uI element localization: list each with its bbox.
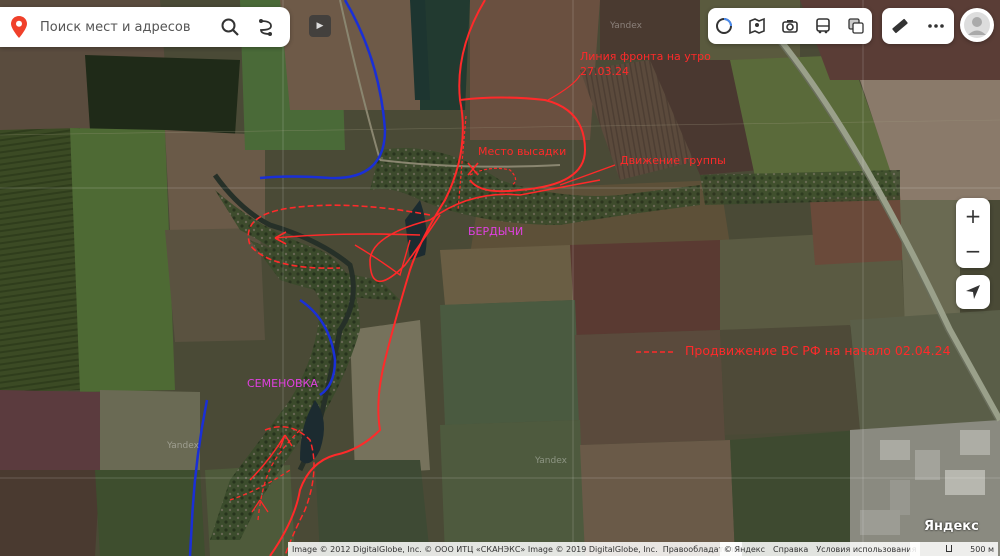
search-icon (221, 18, 239, 36)
map-layers-button[interactable] (842, 12, 870, 40)
user-icon (964, 12, 990, 38)
ruler-button[interactable] (886, 12, 914, 40)
bus-icon (815, 18, 830, 34)
play-icon: ▶ (316, 21, 324, 31)
stack-icon (847, 18, 864, 34)
map-book-icon (749, 17, 765, 35)
search-button[interactable] (212, 7, 248, 47)
layers-circle-icon (716, 18, 733, 34)
transport-button[interactable] (809, 12, 837, 40)
panorama-button[interactable] (743, 12, 771, 40)
footer-links: © Яндекс Справка Условия использования (720, 542, 921, 556)
route-button[interactable] (248, 7, 284, 47)
layers-toolbar (708, 8, 872, 44)
terms-link[interactable]: Условия использования (816, 545, 916, 554)
layers-button[interactable] (710, 12, 738, 40)
label-landing-site: Место высадки (478, 145, 567, 158)
tools-toolbar (882, 8, 954, 44)
more-dots-icon (928, 24, 944, 28)
label-front-line: Линия фронта на утро (580, 50, 711, 63)
photos-button[interactable] (776, 12, 804, 40)
label-village-semenovka: СЕМЕНОВКА (247, 377, 318, 390)
watermark: Yandex (535, 456, 567, 466)
attribution-bar: Image © 2012 DigitalGlobe, Inc. © ООО ИТ… (288, 542, 743, 556)
label-front-date: 27.03.24 (580, 65, 629, 78)
watermark: Yandex (610, 21, 642, 31)
location-pin-icon (6, 7, 32, 47)
yandex-logo: Яндекс (924, 519, 979, 534)
scale-bar: 500 м (910, 542, 998, 556)
zoom-in-button[interactable]: + (956, 198, 990, 233)
zoom-control: + − (956, 198, 990, 268)
ruler-icon (892, 18, 908, 34)
route-icon (259, 19, 272, 36)
navigation-arrow-icon (966, 285, 980, 299)
attribution-text: Image © 2012 DigitalGlobe, Inc. © ООО ИТ… (292, 544, 658, 554)
scale-ruler (946, 545, 952, 552)
search-input[interactable] (38, 18, 212, 36)
scale-label: 500 м (970, 544, 994, 554)
geolocation-button[interactable] (956, 275, 990, 309)
label-group-movement: Движение группы (620, 154, 726, 167)
help-link[interactable]: Справка (773, 545, 808, 554)
zoom-out-button[interactable]: − (956, 233, 990, 268)
legend-advance: Продвижение ВС РФ на начало 02.04.24 (685, 343, 951, 358)
camera-icon (782, 20, 798, 33)
watermark: Yandex (167, 441, 199, 451)
copyright-text: © Яндекс (724, 544, 766, 554)
search-bar (0, 7, 290, 47)
more-button[interactable] (922, 12, 950, 40)
collapse-panel-button[interactable]: ▶ (309, 15, 331, 37)
satellite-map[interactable] (0, 0, 1000, 556)
user-avatar-button[interactable] (960, 8, 994, 42)
label-village-berdychi: БЕРДЫЧИ (468, 225, 524, 238)
